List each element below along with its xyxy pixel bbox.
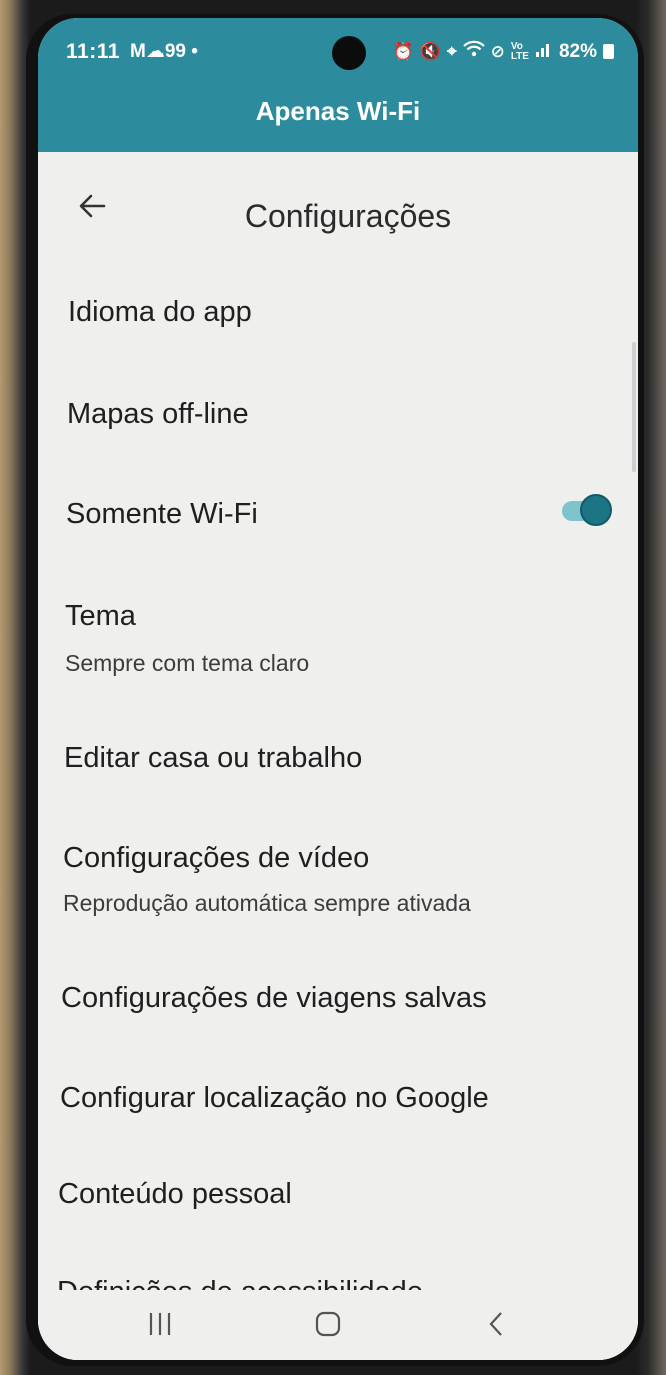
toggle-thumb (580, 494, 612, 526)
wifi-only-toggle[interactable] (560, 494, 612, 528)
block-icon: ⊘ (490, 41, 505, 61)
home-icon (315, 1311, 341, 1337)
system-nav-bar (38, 1290, 638, 1360)
phone-frame: 11:11 M☁99 • ⏰ 🔇 ⌖ ⊘ Vo LTE 82% Apenas Wi… (26, 14, 644, 1366)
wifi-icon (462, 40, 485, 63)
back-icon (489, 1312, 502, 1336)
notification-icons: M☁99 • (130, 41, 198, 62)
mute-icon: 🔇 (419, 41, 441, 61)
phone-screen: 11:11 M☁99 • ⏰ 🔇 ⌖ ⊘ Vo LTE 82% Apenas Wi… (38, 18, 638, 1360)
alarm-icon: ⏰ (392, 41, 414, 61)
setting-offline-maps[interactable]: Mapas off-line (38, 384, 638, 454)
setting-subtitle: Reprodução automática sempre ativada (63, 890, 471, 916)
battery-percent: 82% (558, 40, 597, 62)
setting-personal-content[interactable]: Conteúdo pessoal (38, 1164, 638, 1234)
setting-app-language[interactable]: Idioma do app (38, 282, 638, 352)
nav-back-button[interactable] (466, 1304, 526, 1344)
setting-subtitle: Sempre com tema claro (65, 650, 310, 676)
setting-label: Configurações de vídeo (63, 842, 370, 874)
setting-label: Somente Wi-Fi (66, 498, 258, 530)
banner-title: Apenas Wi-Fi (255, 96, 421, 126)
front-camera (332, 36, 366, 70)
home-button[interactable] (298, 1304, 358, 1344)
setting-theme[interactable]: Tema Sempre com tema claro (38, 584, 638, 684)
status-time: 11:11 (66, 40, 120, 63)
status-right-icons: ⏰ 🔇 ⌖ ⊘ Vo LTE 82% (393, 40, 614, 63)
setting-wifi-only[interactable]: Somente Wi-Fi (38, 484, 638, 554)
scrollbar[interactable] (632, 342, 636, 472)
setting-label: Editar casa ou trabalho (64, 742, 363, 774)
settings-page: Configurações Idioma do app Mapas off-li… (38, 152, 638, 1360)
page-title: Configurações (244, 198, 452, 234)
setting-label: Conteúdo pessoal (58, 1178, 292, 1210)
recent-apps-button[interactable] (130, 1304, 190, 1344)
app-bar: Configurações (38, 152, 638, 262)
setting-video[interactable]: Configurações de vídeo Reprodução automá… (38, 828, 638, 928)
setting-label: Mapas off-line (67, 398, 249, 430)
setting-saved-trips[interactable]: Configurações de viagens salvas (38, 968, 638, 1038)
setting-label: Configurações de viagens salvas (61, 982, 487, 1014)
recent-apps-icon (149, 1313, 171, 1335)
signal-icon (535, 41, 553, 62)
setting-edit-home-work[interactable]: Editar casa ou trabalho (38, 728, 638, 798)
setting-google-location[interactable]: Configurar localização no Google (38, 1068, 638, 1138)
battery-icon (603, 44, 614, 59)
setting-label: Tema (65, 600, 136, 632)
volte-icon: Vo LTE (510, 40, 529, 62)
setting-label: Idioma do app (68, 296, 252, 328)
setting-label: Configurar localização no Google (60, 1082, 489, 1114)
status-banner-area: 11:11 M☁99 • ⏰ 🔇 ⌖ ⊘ Vo LTE 82% Apenas Wi… (38, 18, 638, 152)
location-icon: ⌖ (446, 41, 457, 61)
